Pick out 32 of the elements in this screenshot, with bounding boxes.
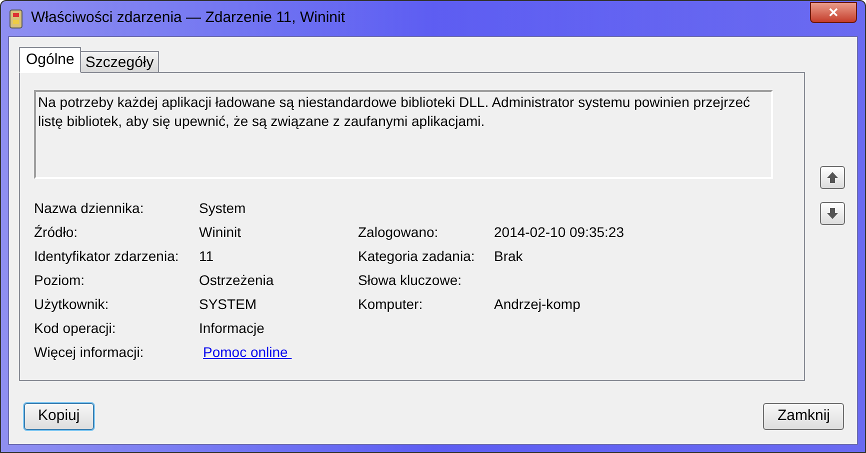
field-label: Użytkownik: (34, 294, 110, 314)
description-box: Na potrzeby każdej aplikacji ładowane są niestandardowe biblioteki DLL. Administrator systemu powinien przejrzeć listę bibliotek, aby się upewnić, że są związane z zaufanymi aplikacjami. (34, 90, 773, 179)
field-value: Brak (494, 246, 523, 266)
tab[interactable]: Ogólne (19, 47, 82, 73)
dialog-button[interactable]: Kopiuj (24, 403, 94, 430)
field-label: Poziom: (34, 270, 86, 290)
field-value: 11 (199, 246, 214, 266)
field-label: Kategoria zadania: (358, 246, 476, 266)
field-value: SYSTEM (199, 294, 257, 314)
field-value: Ostrzeżenia (199, 270, 274, 290)
field-label: Słowa kluczowe: (358, 270, 462, 290)
field-label: Nazwa dziennika: (34, 198, 145, 218)
field-label: Kod operacji: (34, 318, 117, 338)
app-icon (9, 8, 23, 28)
field-value: Wininit (199, 222, 242, 242)
field-value: Informacje (199, 318, 264, 338)
field-label: Zalogowano: (358, 222, 440, 242)
field-label: Więcej informacji: (34, 342, 145, 362)
field-value: 2014-02-10 09:35:23 (494, 222, 624, 242)
next-event-button[interactable] (820, 202, 845, 225)
field-value: System (199, 198, 246, 218)
window-title: Właściwości zdarzenia — Zdarzenie 11, Wininit (31, 8, 346, 28)
field-label: Identyfikator zdarzenia: (34, 246, 180, 266)
up-arrow-icon (826, 171, 839, 184)
previous-event-button[interactable] (820, 166, 845, 189)
tab[interactable]: Szczegóły (80, 51, 159, 73)
help-link[interactable]: Pomoc online (203, 342, 292, 362)
field-value: Andrzej-komp (494, 294, 580, 314)
down-arrow-icon (826, 207, 839, 220)
field-label: Komputer: (358, 294, 424, 314)
field-label: Źródło: (34, 222, 79, 242)
dialog-button[interactable]: Zamknij (763, 403, 844, 430)
